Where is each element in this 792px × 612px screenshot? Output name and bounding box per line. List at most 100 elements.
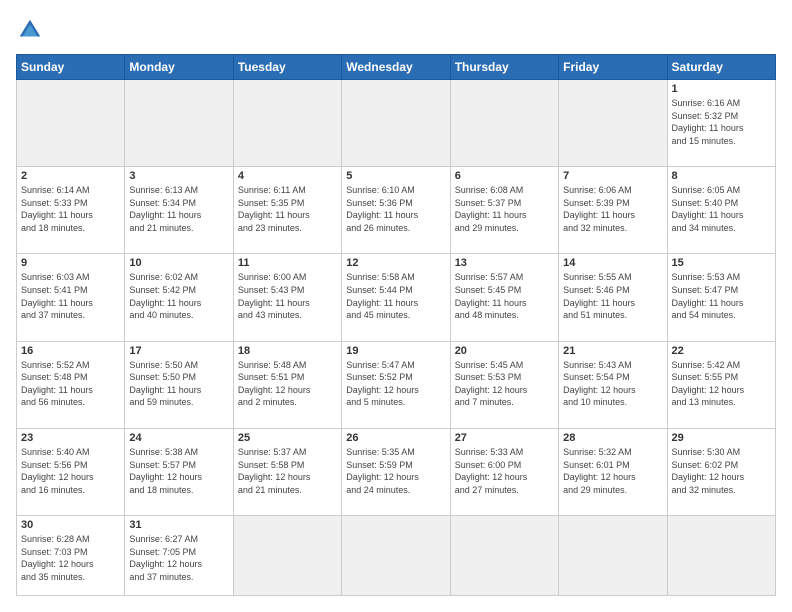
page: SundayMondayTuesdayWednesdayThursdayFrid… xyxy=(0,0,792,612)
calendar-cell: 30Sunrise: 6:28 AM Sunset: 7:03 PM Dayli… xyxy=(17,516,125,596)
day-info: Sunrise: 5:48 AM Sunset: 5:51 PM Dayligh… xyxy=(238,359,337,409)
day-number: 5 xyxy=(346,170,445,182)
calendar-cell xyxy=(233,80,341,167)
calendar-cell: 2 Sunrise: 6:14 AM Sunset: 5:33 PM Daylig… xyxy=(17,167,125,254)
calendar-cell: 26 Sunrise: 5:35 AM Sunset: 5:59 PM Dayli… xyxy=(342,428,450,515)
day-number: 19 xyxy=(346,345,445,357)
day-info: Sunrise: 6:05 AM Sunset: 5:40 PM Dayligh… xyxy=(672,184,771,234)
day-number: 17 xyxy=(129,345,228,357)
calendar-cell: 29Sunrise: 5:30 AM Sunset: 6:02 PM Dayli… xyxy=(667,428,775,515)
day-number: 22 xyxy=(672,345,771,357)
calendar-cell: 7 Sunrise: 6:06 AM Sunset: 5:39 PM Daylig… xyxy=(559,167,667,254)
weekday-header-sunday: Sunday xyxy=(17,55,125,80)
day-number: 4 xyxy=(238,170,337,182)
calendar-cell: 20 Sunrise: 5:45 AM Sunset: 5:53 PM Dayli… xyxy=(450,341,558,428)
day-number: 6 xyxy=(455,170,554,182)
calendar-cell: 16 Sunrise: 5:52 AM Sunset: 5:48 PM Dayli… xyxy=(17,341,125,428)
weekday-header-monday: Monday xyxy=(125,55,233,80)
weekday-header-saturday: Saturday xyxy=(667,55,775,80)
calendar-cell: 17Sunrise: 5:50 AM Sunset: 5:50 PM Dayli… xyxy=(125,341,233,428)
day-number: 27 xyxy=(455,432,554,444)
calendar-cell: 13Sunrise: 5:57 AM Sunset: 5:45 PM Dayli… xyxy=(450,254,558,341)
day-info: Sunrise: 5:40 AM Sunset: 5:56 PM Dayligh… xyxy=(21,446,120,496)
day-number: 16 xyxy=(21,345,120,357)
weekday-header-tuesday: Tuesday xyxy=(233,55,341,80)
week-row-1: 1 Sunrise: 6:16 AM Sunset: 5:32 PM Daylig… xyxy=(17,80,776,167)
day-number: 8 xyxy=(672,170,771,182)
logo xyxy=(16,16,48,44)
calendar-cell xyxy=(559,516,667,596)
week-row-5: 23 Sunrise: 5:40 AM Sunset: 5:56 PM Dayli… xyxy=(17,428,776,515)
calendar-cell: 15 Sunrise: 5:53 AM Sunset: 5:47 PM Dayli… xyxy=(667,254,775,341)
week-row-2: 2 Sunrise: 6:14 AM Sunset: 5:33 PM Daylig… xyxy=(17,167,776,254)
day-info: Sunrise: 5:38 AM Sunset: 5:57 PM Dayligh… xyxy=(129,446,228,496)
calendar-cell: 14Sunrise: 5:55 AM Sunset: 5:46 PM Dayli… xyxy=(559,254,667,341)
calendar-cell: 18 Sunrise: 5:48 AM Sunset: 5:51 PM Dayli… xyxy=(233,341,341,428)
day-number: 21 xyxy=(563,345,662,357)
day-number: 23 xyxy=(21,432,120,444)
calendar-cell xyxy=(342,80,450,167)
day-info: Sunrise: 6:27 AM Sunset: 7:05 PM Dayligh… xyxy=(129,533,228,583)
day-info: Sunrise: 5:53 AM Sunset: 5:47 PM Dayligh… xyxy=(672,271,771,321)
calendar-cell: 27 Sunrise: 5:33 AM Sunset: 6:00 PM Dayli… xyxy=(450,428,558,515)
day-info: Sunrise: 5:57 AM Sunset: 5:45 PM Dayligh… xyxy=(455,271,554,321)
calendar-table: SundayMondayTuesdayWednesdayThursdayFrid… xyxy=(16,54,776,596)
day-info: Sunrise: 5:52 AM Sunset: 5:48 PM Dayligh… xyxy=(21,359,120,409)
day-number: 18 xyxy=(238,345,337,357)
calendar-cell xyxy=(667,516,775,596)
calendar-cell: 28 Sunrise: 5:32 AM Sunset: 6:01 PM Dayli… xyxy=(559,428,667,515)
calendar-cell: 23 Sunrise: 5:40 AM Sunset: 5:56 PM Dayli… xyxy=(17,428,125,515)
calendar-cell xyxy=(125,80,233,167)
day-number: 7 xyxy=(563,170,662,182)
day-number: 11 xyxy=(238,257,337,269)
calendar-cell xyxy=(233,516,341,596)
day-info: Sunrise: 5:47 AM Sunset: 5:52 PM Dayligh… xyxy=(346,359,445,409)
calendar-cell xyxy=(342,516,450,596)
calendar-cell xyxy=(559,80,667,167)
day-info: Sunrise: 6:06 AM Sunset: 5:39 PM Dayligh… xyxy=(563,184,662,234)
calendar-cell xyxy=(17,80,125,167)
calendar-cell: 1 Sunrise: 6:16 AM Sunset: 5:32 PM Daylig… xyxy=(667,80,775,167)
day-number: 3 xyxy=(129,170,228,182)
calendar-cell: 11Sunrise: 6:00 AM Sunset: 5:43 PM Dayli… xyxy=(233,254,341,341)
day-info: Sunrise: 6:28 AM Sunset: 7:03 PM Dayligh… xyxy=(21,533,120,583)
calendar-cell: 6Sunrise: 6:08 AM Sunset: 5:37 PM Daylig… xyxy=(450,167,558,254)
calendar-cell: 12 Sunrise: 5:58 AM Sunset: 5:44 PM Dayli… xyxy=(342,254,450,341)
logo-icon xyxy=(16,16,44,44)
day-info: Sunrise: 5:45 AM Sunset: 5:53 PM Dayligh… xyxy=(455,359,554,409)
calendar-cell: 10Sunrise: 6:02 AM Sunset: 5:42 PM Dayli… xyxy=(125,254,233,341)
day-number: 14 xyxy=(563,257,662,269)
weekday-header-friday: Friday xyxy=(559,55,667,80)
day-info: Sunrise: 6:16 AM Sunset: 5:32 PM Dayligh… xyxy=(672,97,771,147)
day-info: Sunrise: 5:32 AM Sunset: 6:01 PM Dayligh… xyxy=(563,446,662,496)
day-number: 12 xyxy=(346,257,445,269)
day-number: 20 xyxy=(455,345,554,357)
day-info: Sunrise: 5:42 AM Sunset: 5:55 PM Dayligh… xyxy=(672,359,771,409)
calendar-cell: 24Sunrise: 5:38 AM Sunset: 5:57 PM Dayli… xyxy=(125,428,233,515)
day-number: 26 xyxy=(346,432,445,444)
calendar-cell: 5Sunrise: 6:10 AM Sunset: 5:36 PM Daylig… xyxy=(342,167,450,254)
day-number: 29 xyxy=(672,432,771,444)
day-info: Sunrise: 5:33 AM Sunset: 6:00 PM Dayligh… xyxy=(455,446,554,496)
day-info: Sunrise: 5:35 AM Sunset: 5:59 PM Dayligh… xyxy=(346,446,445,496)
calendar-cell xyxy=(450,80,558,167)
header xyxy=(16,16,776,44)
calendar-cell: 22 Sunrise: 5:42 AM Sunset: 5:55 PM Dayli… xyxy=(667,341,775,428)
day-info: Sunrise: 6:14 AM Sunset: 5:33 PM Dayligh… xyxy=(21,184,120,234)
calendar-cell: 19 Sunrise: 5:47 AM Sunset: 5:52 PM Dayli… xyxy=(342,341,450,428)
day-number: 10 xyxy=(129,257,228,269)
calendar-cell: 25Sunrise: 5:37 AM Sunset: 5:58 PM Dayli… xyxy=(233,428,341,515)
day-info: Sunrise: 6:13 AM Sunset: 5:34 PM Dayligh… xyxy=(129,184,228,234)
day-info: Sunrise: 6:11 AM Sunset: 5:35 PM Dayligh… xyxy=(238,184,337,234)
day-number: 25 xyxy=(238,432,337,444)
day-number: 28 xyxy=(563,432,662,444)
day-number: 2 xyxy=(21,170,120,182)
day-number: 15 xyxy=(672,257,771,269)
week-row-3: 9Sunrise: 6:03 AM Sunset: 5:41 PM Daylig… xyxy=(17,254,776,341)
weekday-header-row: SundayMondayTuesdayWednesdayThursdayFrid… xyxy=(17,55,776,80)
day-number: 1 xyxy=(672,83,771,95)
calendar-cell: 31Sunrise: 6:27 AM Sunset: 7:05 PM Dayli… xyxy=(125,516,233,596)
week-row-6: 30Sunrise: 6:28 AM Sunset: 7:03 PM Dayli… xyxy=(17,516,776,596)
day-info: Sunrise: 5:58 AM Sunset: 5:44 PM Dayligh… xyxy=(346,271,445,321)
week-row-4: 16 Sunrise: 5:52 AM Sunset: 5:48 PM Dayli… xyxy=(17,341,776,428)
